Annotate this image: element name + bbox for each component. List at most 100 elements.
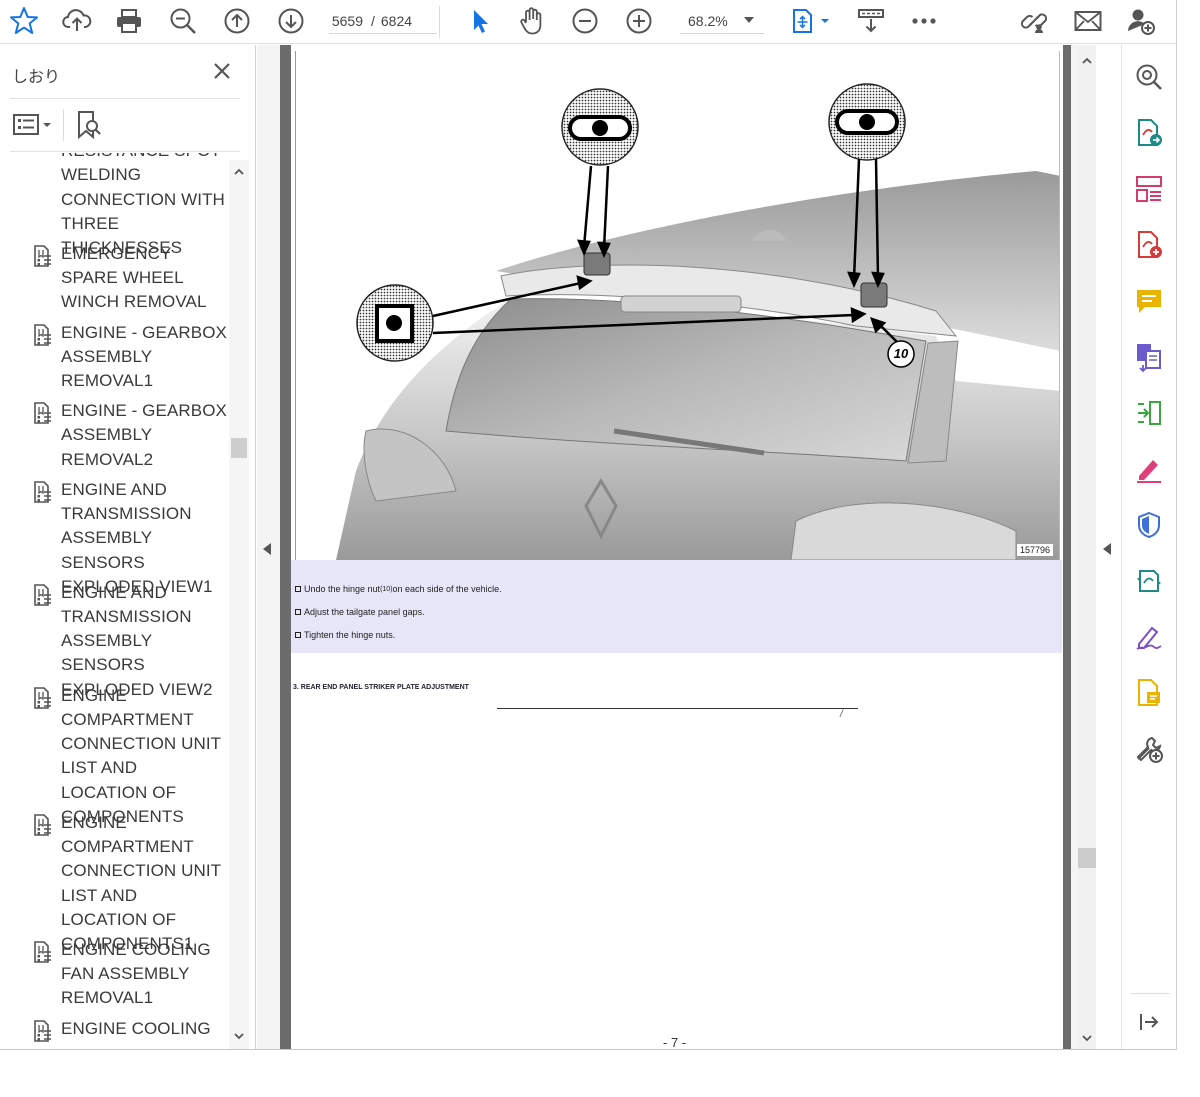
- page-gutter: [1063, 45, 1071, 1049]
- zoom-search-icon[interactable]: [166, 5, 200, 37]
- fill-sign-icon[interactable]: [1133, 453, 1165, 485]
- checkbox-bullet-icon: [295, 586, 301, 592]
- scroll-up-icon[interactable]: [232, 165, 246, 179]
- zoom-icon[interactable]: [1133, 61, 1165, 93]
- bookmark-scrollbar[interactable]: [229, 160, 249, 1049]
- bookmark-item[interactable]: ENGINE AND TRANSMISSION ASSEMBLY SENSORS…: [0, 478, 228, 596]
- bookmark-item[interactable]: ENGINE COOLING FAN ASSEMBLY REMOVAL1: [0, 938, 228, 1011]
- protect-icon[interactable]: [1133, 509, 1165, 541]
- section-title: 3. REAR END PANEL STRIKER PLATE ADJUSTME…: [293, 684, 469, 691]
- zoom-in-icon[interactable]: [622, 5, 656, 37]
- page-number-field[interactable]: 5659 / 6824: [329, 8, 437, 34]
- select-arrow-icon[interactable]: [462, 5, 496, 37]
- current-page-input[interactable]: 5659: [329, 13, 363, 29]
- scroll-down-icon[interactable]: [232, 1029, 246, 1043]
- convert-icon[interactable]: [1133, 565, 1165, 597]
- bookmark-label: ENGINE COOLING FAN ASSEMBLY REMOVAL1: [61, 939, 211, 1008]
- cloud-upload-icon[interactable]: [60, 5, 94, 37]
- bookmarks-panel: しおり RESISTANCE SPOT WELDING CONNECTION W…: [0, 45, 256, 1049]
- bookmark-item[interactable]: ENGINE COMPARTMENT CONNECTION UNIT LIST …: [0, 811, 228, 953]
- page-down-icon[interactable]: [274, 5, 308, 37]
- star-icon[interactable]: [7, 5, 41, 37]
- bookmark-page-icon: [33, 245, 53, 267]
- scroll-up-icon[interactable]: [1081, 55, 1093, 67]
- bookmark-list: RESISTANCE SPOT WELDING CONNECTION WITH …: [0, 153, 228, 1045]
- bookmark-page-icon: [33, 480, 53, 503]
- collapse-left-icon[interactable]: [263, 543, 271, 555]
- tools-pane: [1121, 45, 1176, 1049]
- horizontal-rule: [497, 708, 858, 709]
- checkbox-bullet-icon: [295, 632, 301, 638]
- bookmark-label: EMERGENCY SPARE WHEEL WINCH REMOVAL: [61, 243, 207, 312]
- bookmark-page-icon: [33, 941, 53, 963]
- instruction-line: Undo the hinge nut (10) on each side of t…: [295, 584, 502, 594]
- bookmark-item[interactable]: EMERGENCY SPARE WHEEL WINCH REMOVAL: [0, 242, 228, 315]
- divider: [1130, 993, 1170, 994]
- instruction-text: on each side of the vehicle.: [392, 584, 502, 594]
- sign-icon[interactable]: [1133, 621, 1165, 653]
- divider: [10, 151, 240, 152]
- panel-title: しおり: [12, 69, 61, 86]
- pdf-viewer-window: 5659 / 6824 68.2% しおり WELDING CONNECTION…: [0, 0, 1177, 1050]
- link-share-icon[interactable]: [1017, 5, 1051, 37]
- instruction-line: Tighten the hinge nuts.: [295, 630, 395, 640]
- combine-files-icon[interactable]: [1133, 341, 1165, 373]
- bookmark-item[interactable]: ENGINE AND TRANSMISSION ASSEMBLY SENSORS…: [0, 581, 228, 699]
- bookmark-item[interactable]: ENGINE COMPARTMENT CONNECTION UNIT LIST …: [0, 684, 228, 826]
- right-panel-edge: [1096, 45, 1120, 1049]
- export-pdf-icon[interactable]: [1133, 117, 1165, 149]
- bookmark-page-icon: [33, 323, 53, 346]
- more-icon[interactable]: [907, 5, 941, 37]
- bookmark-label: ENGINE COMPARTMENT CONNECTION UNIT LIST …: [61, 685, 221, 826]
- hand-icon[interactable]: [515, 5, 549, 37]
- page-gutter: [280, 45, 291, 1049]
- add-user-icon[interactable]: [1124, 5, 1158, 37]
- figure-number: 157796: [1016, 544, 1053, 556]
- create-pdf-icon[interactable]: [1133, 229, 1165, 261]
- bookmark-toolbar: [10, 105, 240, 145]
- toolbar-divider: [63, 109, 64, 141]
- bookmark-page-icon: [33, 402, 53, 424]
- instruction-block: Undo the hinge nut (10) on each side of t…: [291, 560, 1062, 653]
- rule-marker: /: [840, 709, 843, 720]
- callout-label: 10: [893, 346, 909, 361]
- print-icon[interactable]: [112, 5, 146, 37]
- scroll-mode-icon[interactable]: [854, 5, 888, 37]
- bookmark-item[interactable]: RESISTANCE SPOT WELDING CONNECTION WITH …: [0, 153, 228, 257]
- fit-page-icon[interactable]: [786, 5, 834, 37]
- document-viewport[interactable]: 10 157796 Undo the hinge nut (10) on each…: [257, 45, 1078, 1049]
- scroll-down-icon[interactable]: [1081, 1032, 1093, 1044]
- send-review-icon[interactable]: [1133, 677, 1165, 709]
- tailgate-hinge-illustration: 10 157796: [295, 51, 1060, 560]
- zoom-value: 68.2%: [688, 12, 728, 29]
- zoom-level-select[interactable]: 68.2%: [680, 8, 764, 34]
- compress-icon[interactable]: [1133, 397, 1165, 429]
- toolbar-divider: [439, 6, 440, 38]
- zoom-out-icon[interactable]: [568, 5, 602, 37]
- instruction-line: Adjust the tailgate panel gaps.: [295, 607, 425, 617]
- scrollbar-thumb[interactable]: [231, 438, 247, 458]
- mail-icon[interactable]: [1071, 5, 1105, 37]
- expand-panel-icon[interactable]: [1103, 543, 1111, 555]
- bookmark-page-icon: [33, 686, 53, 709]
- bookmark-options-icon[interactable]: [12, 111, 56, 139]
- collapse-panel-icon[interactable]: [1133, 1006, 1165, 1038]
- more-tools-icon[interactable]: [1133, 733, 1165, 765]
- checkbox-bullet-icon: [295, 609, 301, 615]
- comment-icon[interactable]: [1133, 285, 1165, 317]
- find-bookmark-icon[interactable]: [74, 109, 104, 141]
- bookmark-label: ENGINE COOLING: [61, 1018, 211, 1038]
- divider: [10, 98, 240, 99]
- close-icon[interactable]: [210, 59, 234, 83]
- scrollbar-thumb[interactable]: [1078, 848, 1096, 868]
- bookmark-label: ENGINE - GEARBOX ASSEMBLY REMOVAL1: [61, 322, 227, 391]
- page-up-icon[interactable]: [220, 5, 254, 37]
- document-scrollbar[interactable]: [1078, 45, 1096, 1049]
- bookmark-item[interactable]: ENGINE - GEARBOX ASSEMBLY REMOVAL2: [0, 399, 228, 472]
- bookmark-item[interactable]: ENGINE COOLING: [0, 1017, 228, 1042]
- bookmark-item[interactable]: ENGINE - GEARBOX ASSEMBLY REMOVAL1: [0, 321, 228, 394]
- bookmark-label: ENGINE - GEARBOX ASSEMBLY REMOVAL2: [61, 401, 227, 469]
- organize-pages-icon[interactable]: [1133, 173, 1165, 205]
- bookmark-page-icon: [33, 813, 53, 836]
- instruction-text: Undo the hinge nut: [304, 584, 381, 594]
